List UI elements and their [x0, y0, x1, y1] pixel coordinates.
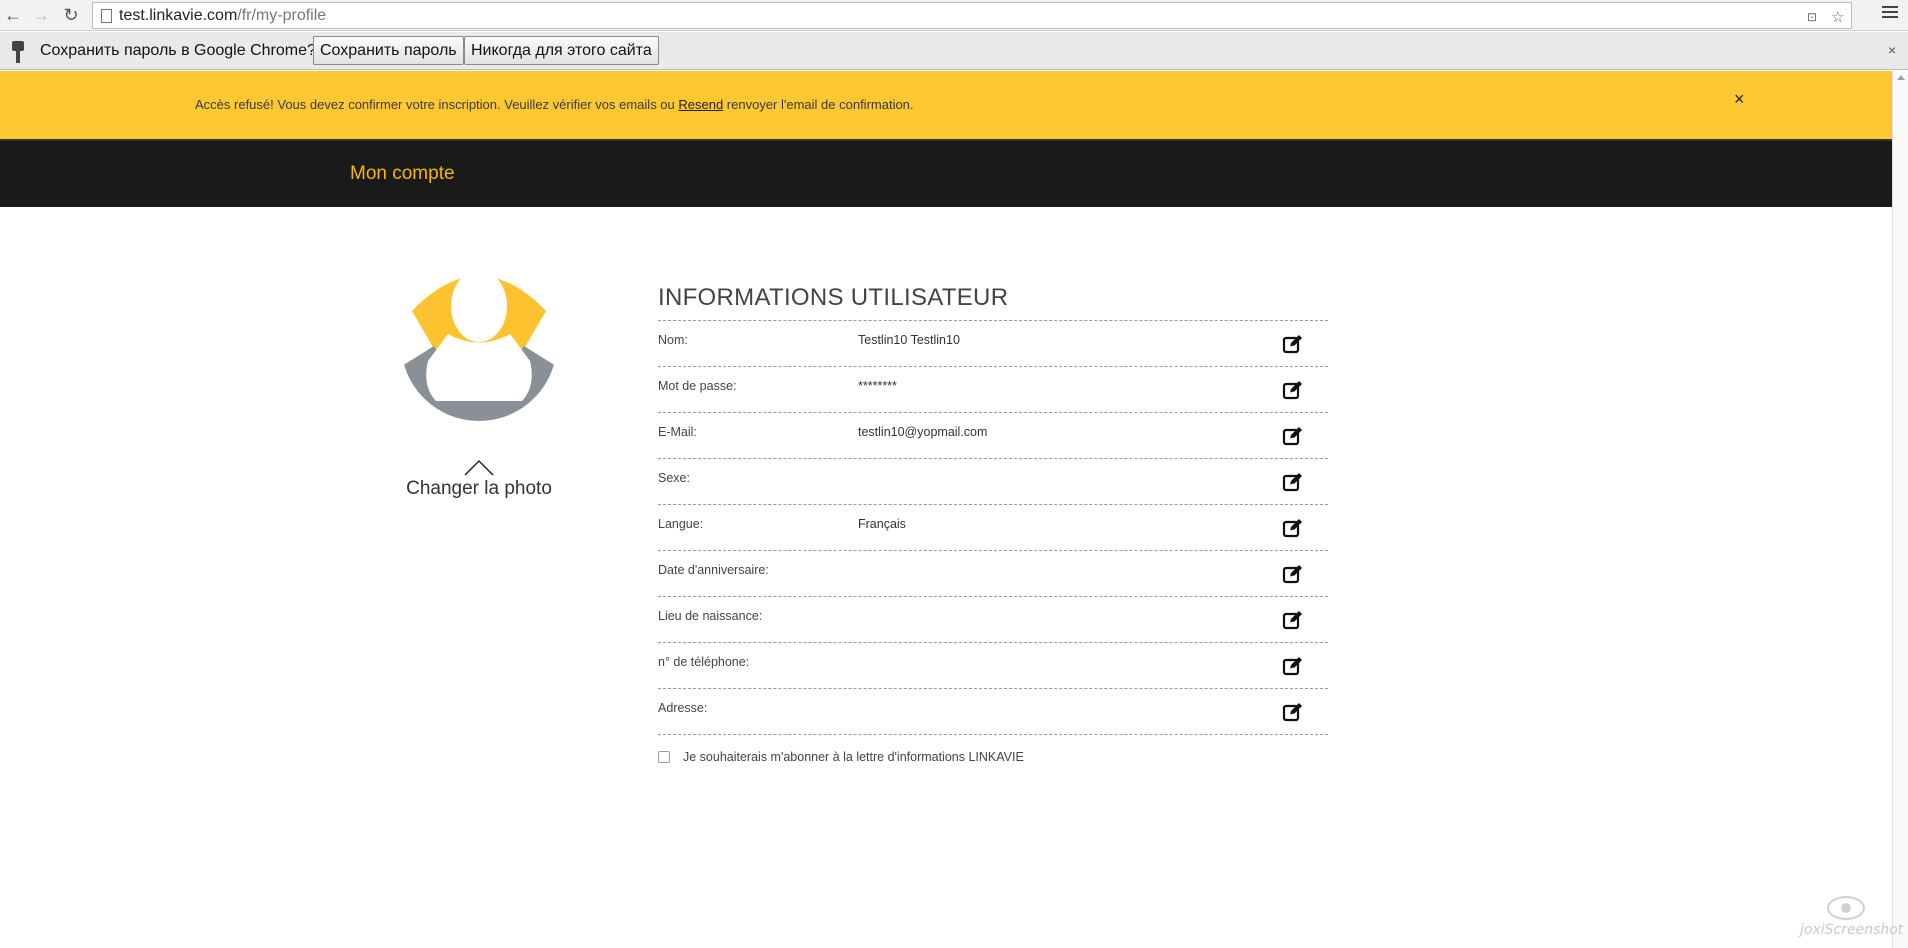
field-value: Français [858, 517, 906, 531]
info-row: Langue: Français [658, 505, 1328, 551]
newsletter-checkbox[interactable] [658, 751, 670, 763]
edit-icon[interactable] [1282, 655, 1304, 677]
info-row: Nom: Testlin10 Testlin10 [658, 321, 1328, 367]
alert-message: Accès refusé! Vous devez confirmer votre… [195, 97, 914, 112]
watermark-logo-icon [1827, 896, 1865, 920]
alert-text-after: renvoyer l'email de confirmation. [723, 97, 914, 112]
site-header: Mon compte [0, 139, 1892, 207]
field-label: n° de téléphone: [658, 655, 750, 669]
field-label: Adresse: [658, 701, 708, 715]
user-silhouette-icon [402, 265, 556, 421]
row-divider [1258, 597, 1259, 642]
scroll-up-arrow-icon[interactable] [1897, 75, 1905, 80]
row-divider [1258, 367, 1259, 412]
chrome-menu-icon[interactable] [1882, 6, 1898, 22]
row-divider [1258, 505, 1259, 550]
field-label: Mot de passe: [658, 379, 737, 393]
edit-icon[interactable] [1282, 333, 1304, 355]
newsletter-option: Je souhaiterais m'abonner à la lettre d'… [658, 735, 1328, 775]
warning-alert: Accès refusé! Vous devez confirmer votre… [0, 71, 1892, 139]
edit-icon[interactable] [1282, 563, 1304, 585]
avatar [402, 256, 556, 428]
star-bookmark-icon[interactable]: ☆ [1831, 8, 1844, 26]
infobar-close-icon[interactable]: × [1888, 42, 1896, 58]
field-label: Sexe: [658, 471, 690, 485]
field-value: testlin10@yopmail.com [858, 425, 988, 439]
info-row: Date d'anniversaire: [658, 551, 1328, 597]
alert-close-icon[interactable]: × [1734, 89, 1745, 110]
info-row: n° de téléphone: [658, 643, 1328, 689]
key-icon [12, 41, 24, 63]
row-divider [1258, 321, 1259, 366]
edit-icon[interactable] [1282, 517, 1304, 539]
save-password-button[interactable]: Сохранить пароль [313, 36, 464, 65]
field-label: E-Mail: [658, 425, 697, 439]
page-title[interactable]: Mon compte [350, 163, 455, 185]
save-password-infobar: Сохранить пароль в Google Chrome? Сохран… [0, 32, 1908, 70]
field-value: ******** [858, 379, 897, 393]
page-icon [101, 9, 112, 23]
newsletter-label[interactable]: Je souhaiterais m'abonner à la lettre d'… [683, 750, 1024, 764]
save-password-prompt: Сохранить пароль в Google Chrome? [40, 42, 316, 59]
row-divider [1258, 643, 1259, 688]
scrollbar[interactable] [1892, 71, 1908, 948]
alert-text-before: Accès refusé! Vous devez confirmer votre… [195, 97, 679, 112]
watermark-text: joxiScreenshot [1800, 922, 1904, 938]
edit-icon[interactable] [1282, 379, 1304, 401]
change-photo-label: Changer la photo [406, 478, 552, 499]
row-divider [1258, 551, 1259, 596]
edit-icon[interactable] [1282, 471, 1304, 493]
chevron-up-icon [464, 459, 494, 476]
edit-icon[interactable] [1282, 425, 1304, 447]
address-bar[interactable]: test.linkavie.com/fr/my-profile ☆ ⊡ [92, 2, 1852, 29]
field-label: Nom: [658, 333, 688, 347]
browser-toolbar: ← → ↻ test.linkavie.com/fr/my-profile ☆ … [0, 0, 1908, 31]
back-arrow-icon[interactable]: ← [2, 4, 24, 26]
row-divider [1258, 459, 1259, 504]
url-host: test.linkavie.com [119, 7, 238, 24]
info-row: E-Mail: testlin10@yopmail.com [658, 413, 1328, 459]
field-label: Lieu de naissance: [658, 609, 763, 623]
resend-link[interactable]: Resend [678, 97, 723, 112]
row-divider [1258, 689, 1259, 734]
never-save-button[interactable]: Никогда для этого сайта [464, 36, 659, 65]
change-photo-button[interactable]: Changer la photo [380, 459, 578, 500]
forward-arrow-icon[interactable]: → [30, 4, 52, 26]
row-divider [1258, 413, 1259, 458]
reload-icon[interactable]: ↻ [60, 4, 82, 26]
field-label: Langue: [658, 517, 704, 531]
info-row: Adresse: [658, 689, 1328, 735]
translate-icon[interactable]: ⊡ [1807, 10, 1817, 24]
info-row: Lieu de naissance: [658, 597, 1328, 643]
edit-icon[interactable] [1282, 701, 1304, 723]
section-title: INFORMATIONS UTILISATEUR [658, 280, 1328, 321]
field-value: Testlin10 Testlin10 [858, 333, 960, 347]
edit-icon[interactable] [1282, 609, 1304, 631]
user-info-section: INFORMATIONS UTILISATEUR Nom: Testlin10 T… [658, 280, 1328, 775]
field-label: Date d'anniversaire: [658, 563, 769, 577]
url-path: /fr/my-profile [237, 7, 327, 24]
watermark: joxiScreenshot [1798, 892, 1904, 942]
info-row: Mot de passe: ******** [658, 367, 1328, 413]
info-row: Sexe: [658, 459, 1328, 505]
